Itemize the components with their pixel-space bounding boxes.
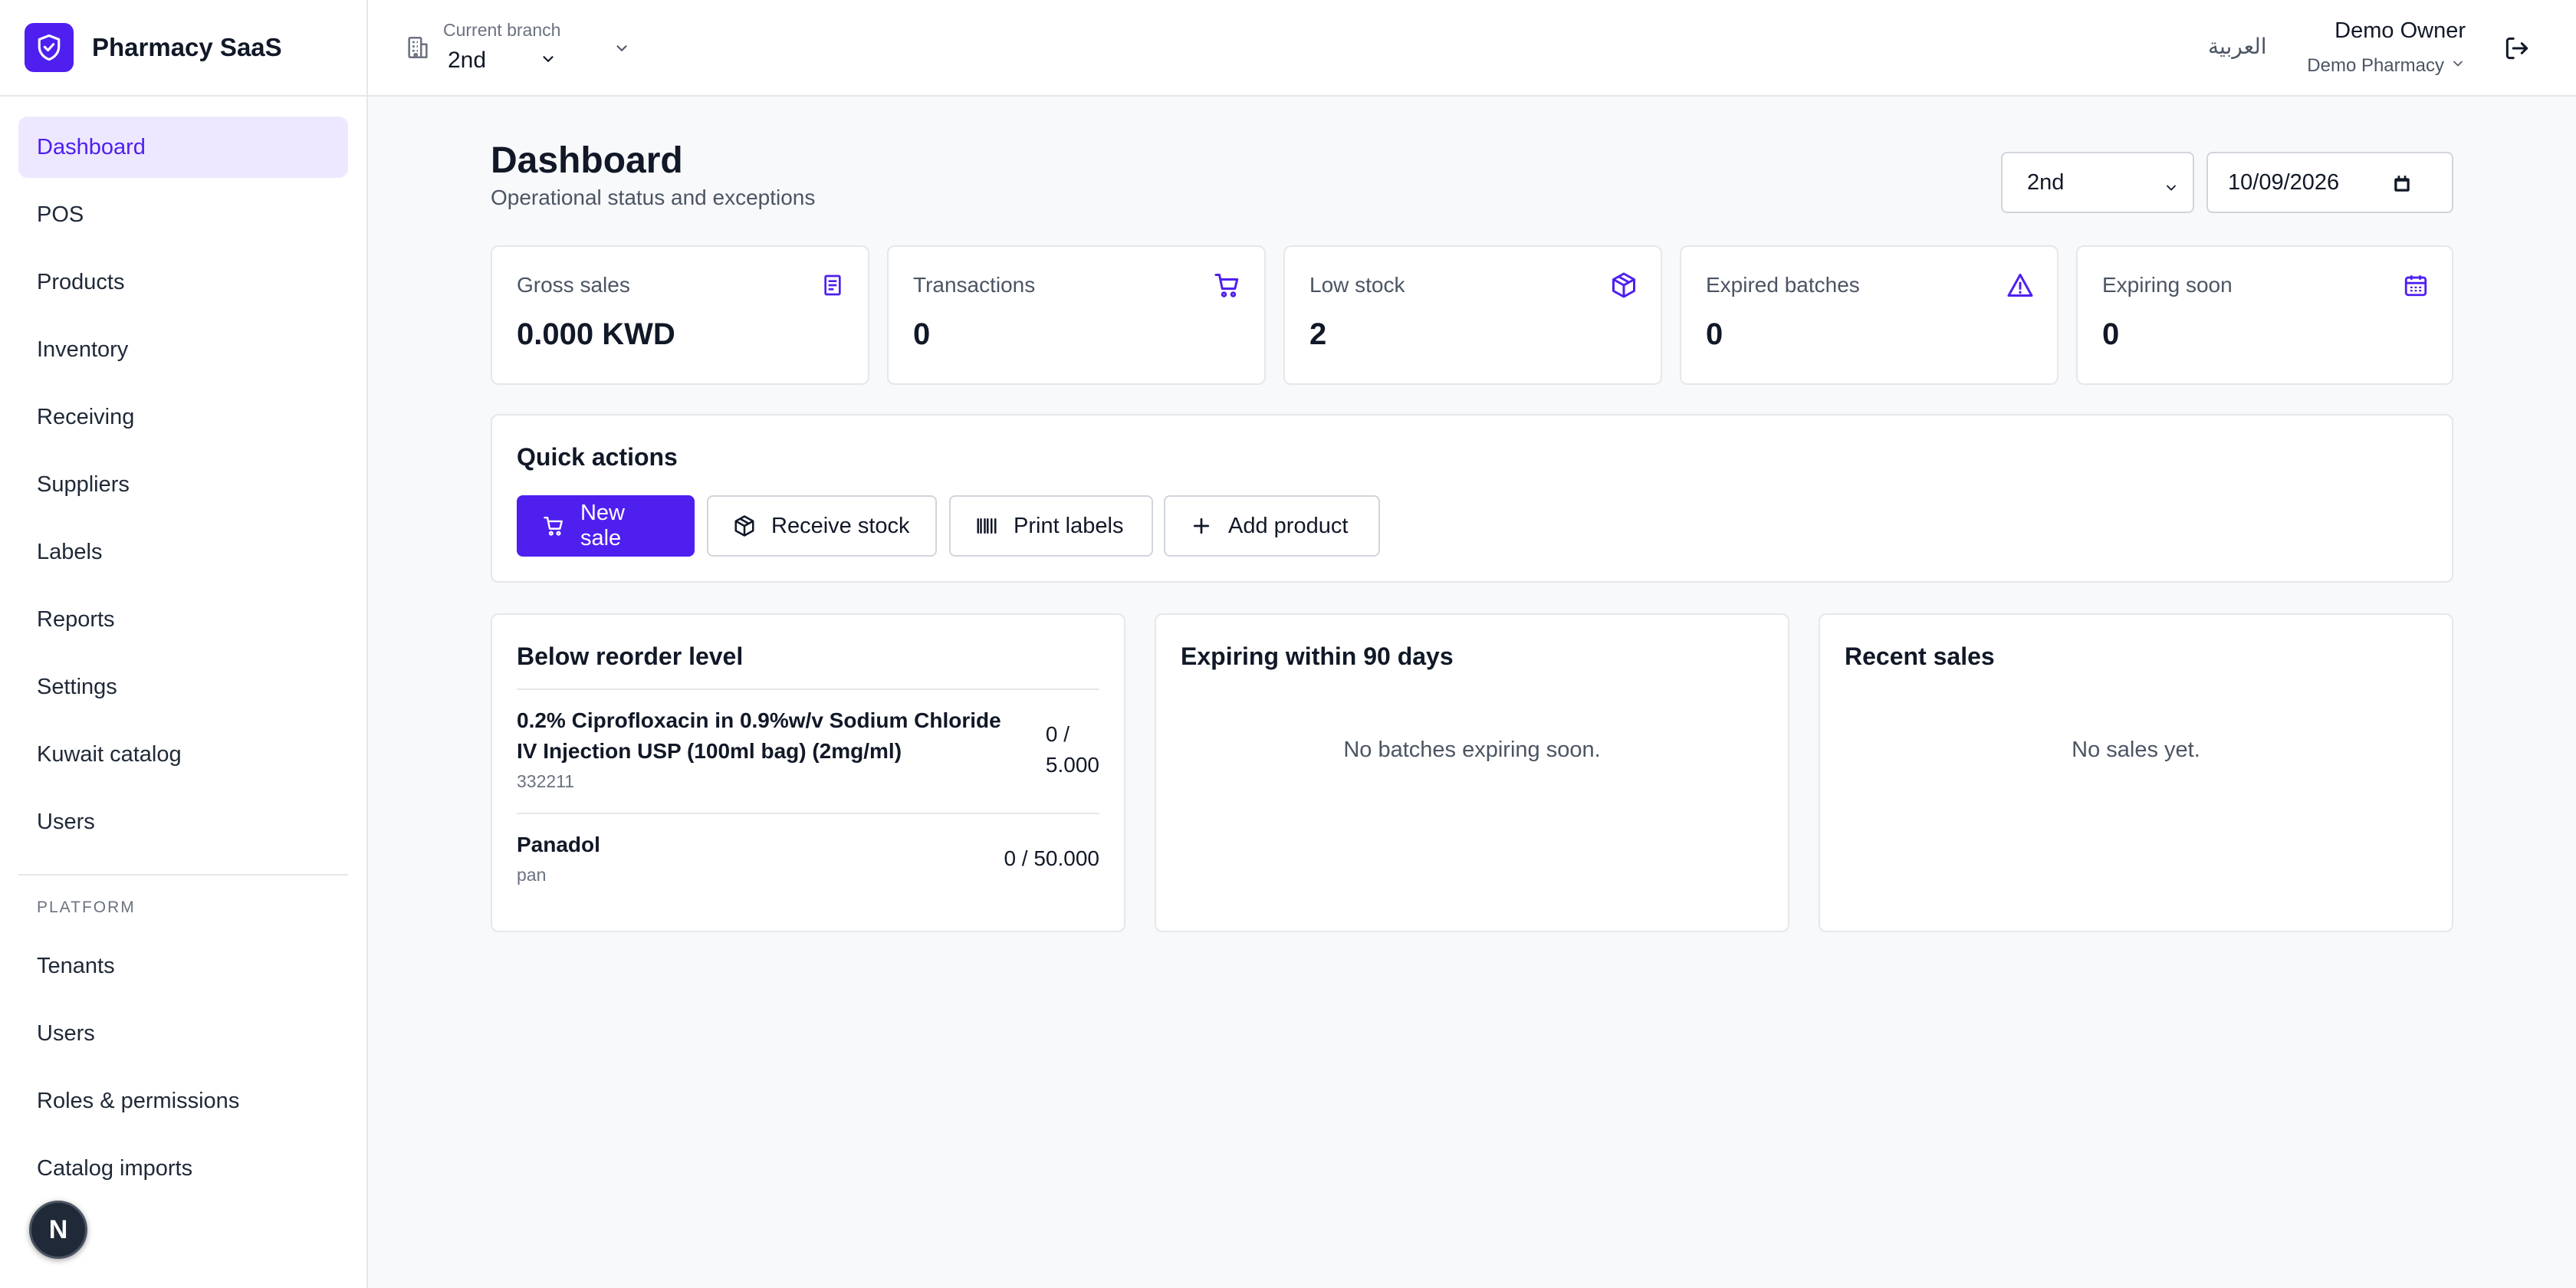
stat-value: 2: [1309, 317, 1327, 351]
product-code: 332211: [517, 771, 575, 791]
stat-value: 0: [913, 317, 931, 351]
branch-select[interactable]: 2nd: [448, 48, 557, 74]
sidebar-item-catalog-imports[interactable]: Catalog imports: [18, 1138, 348, 1199]
nav-section-platform: PLATFORM: [37, 899, 136, 916]
chevron-down-icon: [2164, 176, 2179, 202]
shield-check-icon: [25, 23, 74, 72]
calendar-picker-icon[interactable]: [2392, 173, 2412, 201]
sidebar-item-inventory[interactable]: Inventory: [18, 319, 348, 380]
sidebar: Pharmacy SaaS Dashboard POS Products Inv…: [0, 0, 368, 1288]
stat-card-expiring-soon: Expiring soon 0: [2076, 245, 2453, 385]
expiring-title: Expiring within 90 days: [1181, 642, 1454, 670]
stock-ratio-part: 5.000: [1045, 753, 1099, 777]
stat-label: Transactions: [913, 273, 1036, 297]
sidebar-item-roles-permissions[interactable]: Roles & permissions: [18, 1070, 348, 1132]
sidebar-item-products[interactable]: Products: [18, 251, 348, 313]
chevron-down-icon: [540, 48, 557, 74]
quick-actions-card: Quick actions New sale Receive stock Pri…: [491, 414, 2453, 583]
receive-stock-label: Receive stock: [771, 513, 910, 538]
branch-filter-select[interactable]: 2nd: [2001, 152, 2194, 213]
sidebar-item-reports[interactable]: Reports: [18, 589, 348, 650]
date-filter-value: 10/09/2026: [2228, 169, 2340, 195]
expiring-empty-state: No batches expiring soon.: [1343, 738, 1601, 762]
calendar-icon: [2403, 271, 2429, 303]
date-filter-input[interactable]: 10/09/2026: [2206, 152, 2453, 213]
stat-value: 0: [1706, 317, 1723, 351]
main-nav: Dashboard POS Products Inventory Receivi…: [0, 97, 366, 1199]
receive-stock-button[interactable]: Receive stock: [707, 495, 937, 557]
recent-sales-empty-state: No sales yet.: [2072, 738, 2200, 762]
receipt-icon: [820, 271, 845, 303]
stock-ratio: 0 / 50.000: [1004, 846, 1099, 870]
chevron-down-icon: [2450, 55, 2466, 77]
stat-card-transactions: Transactions 0: [887, 245, 1266, 385]
print-labels-button[interactable]: Print labels: [949, 495, 1153, 557]
new-sale-label: New sale: [580, 501, 625, 550]
logout-icon[interactable]: [2502, 34, 2532, 67]
recent-sales-title: Recent sales: [1845, 642, 1995, 670]
product-name-cont: IV Injection USP (100ml bag) (2mg/ml): [517, 739, 902, 763]
user-name: Demo Owner: [2334, 18, 2466, 43]
sidebar-item-labels[interactable]: Labels: [18, 521, 348, 583]
branch-menu-chevron-icon[interactable]: [613, 40, 630, 61]
add-product-label: Add product: [1228, 513, 1349, 538]
page-subtitle: Operational status and exceptions: [491, 186, 816, 209]
stat-value: 0: [2102, 317, 2120, 351]
dev-tools-badge[interactable]: N: [29, 1201, 87, 1259]
barcode-icon: [977, 518, 997, 534]
reorder-card: Below reorder level 0.2% Ciprofloxacin i…: [491, 613, 1125, 932]
table-row[interactable]: 0.2% Ciprofloxacin in 0.9%w/v Sodium Chl…: [517, 688, 1099, 814]
branch-label: Current branch: [443, 20, 561, 40]
stat-value: 0.000 KWD: [517, 317, 675, 351]
stock-ratio-part: 0 /: [1045, 722, 1070, 746]
stat-card-gross-sales: Gross sales 0.000 KWD: [491, 245, 869, 385]
sidebar-item-kuwait-catalog[interactable]: Kuwait catalog: [18, 724, 348, 785]
cart-icon: [1214, 271, 1241, 303]
org-switcher[interactable]: Demo Pharmacy: [2307, 55, 2466, 77]
brand: Pharmacy SaaS: [0, 0, 366, 97]
sidebar-item-suppliers[interactable]: Suppliers: [18, 454, 348, 515]
stock-ratio: 0 / 5.000: [1046, 719, 1099, 780]
add-product-button[interactable]: Add product: [1164, 495, 1380, 557]
sidebar-item-pos[interactable]: POS: [18, 184, 348, 245]
package-icon: [734, 515, 754, 537]
quick-actions-title: Quick actions: [517, 443, 678, 471]
product-name: Panadol: [517, 833, 600, 856]
warning-icon: [2006, 271, 2034, 303]
recent-sales-card: Recent sales No sales yet.: [1819, 613, 2453, 932]
building-icon: [405, 34, 431, 65]
stat-label: Expiring soon: [2102, 273, 2233, 297]
sidebar-item-platform-users[interactable]: Users: [18, 1003, 348, 1064]
expiring-card: Expiring within 90 days No batches expir…: [1155, 613, 1789, 932]
org-name: Demo Pharmacy: [2307, 55, 2444, 76]
plus-icon: [1193, 518, 1210, 534]
stat-card-expired-batches: Expired batches 0: [1680, 245, 2058, 385]
sidebar-item-dashboard[interactable]: Dashboard: [18, 117, 348, 178]
stat-label: Gross sales: [517, 273, 630, 297]
stat-card-low-stock: Low stock 2: [1283, 245, 1662, 385]
reorder-title: Below reorder level: [517, 642, 744, 670]
print-labels-label: Print labels: [1014, 513, 1124, 538]
sidebar-item-settings[interactable]: Settings: [18, 656, 348, 718]
product-code: pan: [517, 865, 547, 885]
language-switch[interactable]: العربية: [2208, 34, 2267, 59]
new-sale-button[interactable]: New sale: [517, 495, 695, 557]
branch-filter-value: 2nd: [2027, 169, 2065, 195]
sidebar-item-users[interactable]: Users: [18, 791, 348, 853]
page-title: Dashboard: [491, 140, 683, 181]
nav-divider: [18, 874, 348, 876]
sidebar-item-tenants[interactable]: Tenants: [18, 935, 348, 997]
stat-label: Low stock: [1309, 273, 1405, 297]
product-name: 0.2% Ciprofloxacin in 0.9%w/v Sodium Chl…: [517, 708, 1001, 732]
sidebar-item-receiving[interactable]: Receiving: [18, 386, 348, 448]
app-name: Pharmacy SaaS: [92, 33, 282, 61]
cart-icon: [544, 516, 563, 536]
branch-value: 2nd: [448, 48, 487, 73]
table-row[interactable]: Panadol pan 0 / 50.000: [517, 813, 1099, 889]
top-bar: Current branch 2nd العربية Demo Owner De…: [368, 0, 2576, 97]
stat-label: Expired batches: [1706, 273, 1860, 297]
package-icon: [1610, 271, 1638, 303]
